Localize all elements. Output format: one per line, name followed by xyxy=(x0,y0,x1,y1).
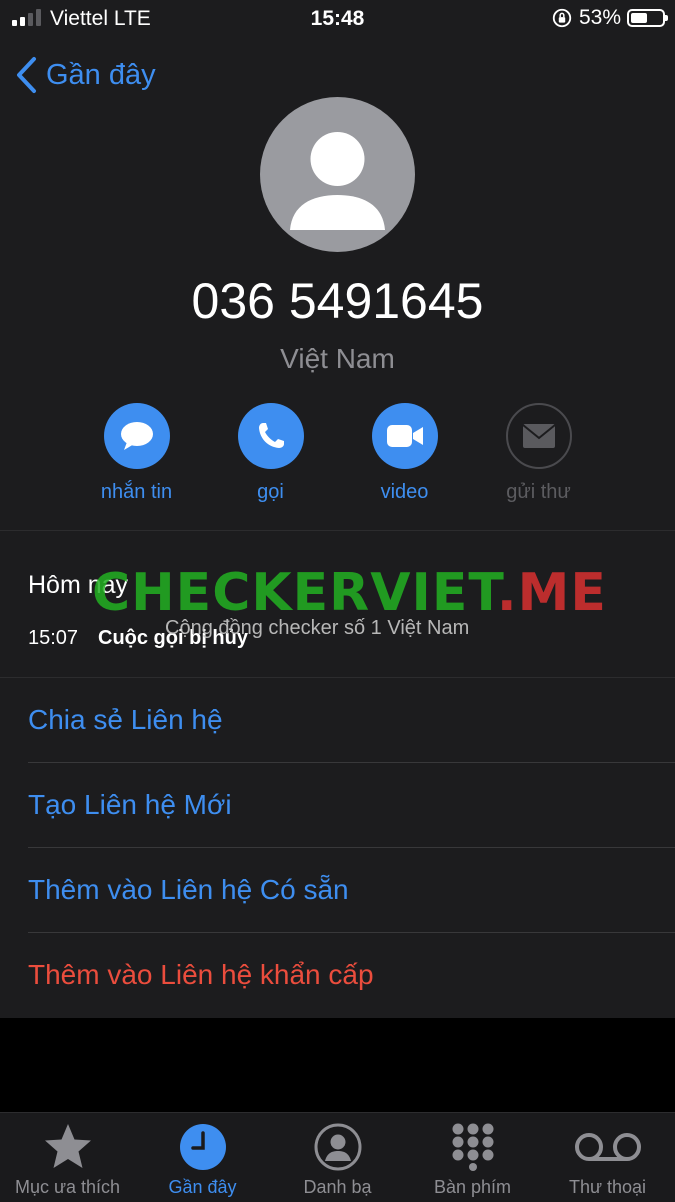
video-icon xyxy=(371,403,438,469)
mail-button[interactable]: gửi thư xyxy=(472,403,605,504)
tab-voicemail[interactable]: Thư thoại xyxy=(540,1113,675,1202)
create-contact-button[interactable]: Tạo Liên hệ Mới xyxy=(0,763,675,848)
voicemail-icon xyxy=(573,1119,643,1175)
tab-favorites[interactable]: Mục ưa thích xyxy=(0,1113,135,1202)
status-bar: Viettel LTE 15:48 53% xyxy=(0,0,675,38)
watermark-logo: CHECKERVIET.ME xyxy=(92,563,607,623)
tab-contacts[interactable]: Danh bạ xyxy=(270,1113,405,1202)
back-button[interactable]: Gần đây xyxy=(14,55,156,95)
message-label: nhắn tin xyxy=(100,481,173,503)
chevron-left-icon xyxy=(17,57,36,93)
mail-icon xyxy=(505,403,572,469)
call-history: Hôm nay 15:07 Cuộc gọi bị hủy CHECKERVIE… xyxy=(0,530,675,677)
call-button[interactable]: gọi xyxy=(204,403,337,504)
keypad-icon xyxy=(450,1119,496,1175)
mail-label: gửi thư xyxy=(506,481,571,503)
video-button[interactable]: video xyxy=(338,403,471,504)
history-time: 15:07 xyxy=(28,627,79,649)
person-icon xyxy=(290,132,385,230)
call-label: gọi xyxy=(257,481,284,503)
add-emergency-contact-button[interactable]: Thêm vào Liên hệ khẩn cấp xyxy=(0,933,675,1018)
phone-number: 036 5491645 xyxy=(191,273,484,329)
battery-icon xyxy=(627,9,668,27)
message-button[interactable]: nhắn tin xyxy=(70,403,203,504)
country-label: Việt Nam xyxy=(280,343,395,374)
add-existing-contact-button[interactable]: Thêm vào Liên hệ Có sẵn xyxy=(0,848,675,933)
clock-icon xyxy=(179,1119,227,1175)
avatar xyxy=(260,97,415,252)
message-icon xyxy=(103,403,170,469)
battery-percent: 53% xyxy=(578,6,621,29)
watermark-tagline: Cộng đồng checker số 1 Việt Nam xyxy=(165,617,470,639)
video-label: video xyxy=(380,481,429,503)
contact-options: Chia sẻ Liên hệ Tạo Liên hệ Mới Thêm vào… xyxy=(0,677,675,1018)
star-icon xyxy=(42,1119,94,1175)
phone-icon xyxy=(237,403,304,469)
contacts-icon xyxy=(314,1119,362,1175)
back-label: Gần đây xyxy=(46,58,156,91)
tab-recents[interactable]: Gần đây xyxy=(135,1113,270,1202)
tab-keypad[interactable]: Bàn phím xyxy=(405,1113,540,1202)
tab-bar: Mục ưa thích Gần đây Danh bạ Bàn phím Th… xyxy=(0,1112,675,1202)
action-row: nhắn tin gọi video gửi thư xyxy=(70,403,605,504)
rotation-lock-icon xyxy=(552,8,572,28)
share-contact-button[interactable]: Chia sẻ Liên hệ xyxy=(0,678,675,763)
